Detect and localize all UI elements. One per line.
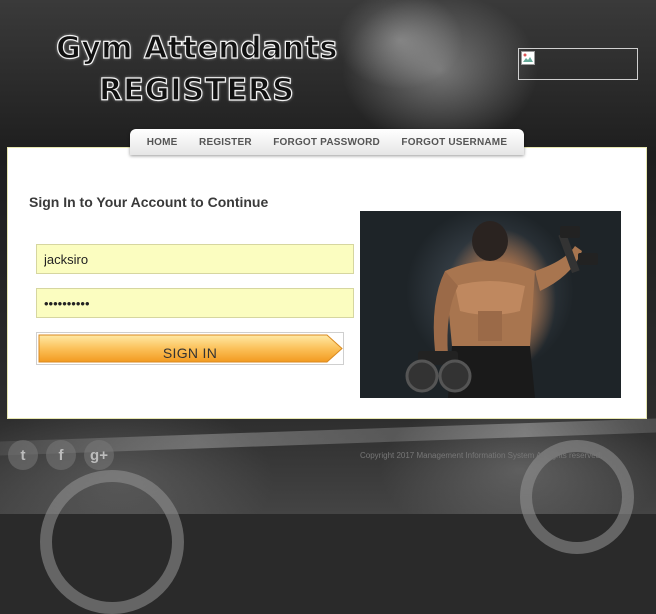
broken-image-icon	[521, 51, 535, 65]
bodybuilder-photo	[360, 211, 621, 398]
signin-label: SIGN IN	[162, 345, 218, 361]
facebook-icon: f	[58, 446, 64, 464]
site-title-line2: REGISTERS	[99, 72, 295, 108]
twitter-icon: t	[20, 446, 26, 464]
background-plate	[40, 470, 184, 614]
password-input[interactable]	[36, 288, 354, 318]
facebook-button[interactable]: f	[46, 440, 76, 470]
nav-home[interactable]: HOME	[147, 137, 178, 148]
nav-forgot-password[interactable]: FORGOT PASSWORD	[273, 137, 380, 148]
login-panel: Sign In to Your Account to Continue SIGN…	[7, 147, 647, 419]
signin-button[interactable]: SIGN IN	[37, 333, 343, 364]
site-title-line1: Gym Attendants	[56, 30, 338, 66]
main-nav: HOME REGISTER FORGOT PASSWORD FORGOT USE…	[130, 129, 524, 155]
login-heading: Sign In to Your Account to Continue	[29, 194, 269, 210]
signin-button-frame: SIGN IN	[36, 332, 344, 365]
nav-register[interactable]: REGISTER	[199, 137, 252, 148]
google-plus-button[interactable]: g+	[84, 440, 114, 470]
google-plus-icon: g+	[90, 446, 108, 464]
copyright-text: Copyright 2017 Management Information Sy…	[360, 451, 603, 460]
header-banner-image	[518, 48, 638, 80]
site-title: Gym Attendants REGISTERS	[32, 28, 362, 112]
twitter-button[interactable]: t	[8, 440, 38, 470]
username-input[interactable]	[36, 244, 354, 274]
nav-forgot-username[interactable]: FORGOT USERNAME	[401, 137, 507, 148]
